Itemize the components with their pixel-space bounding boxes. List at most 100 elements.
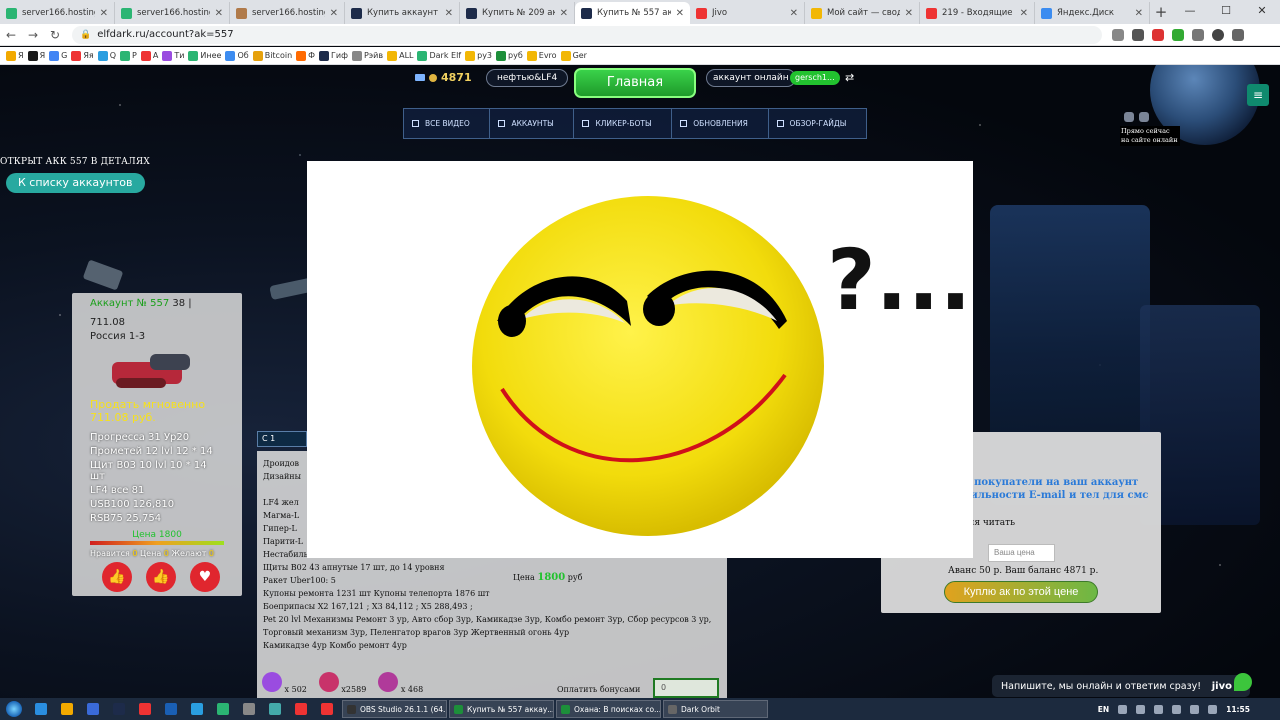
back-arrow-icon[interactable]: ← — [0, 28, 22, 42]
browser-tab[interactable]: Яндекс.Диск ✕ — [1035, 2, 1150, 24]
bookmark-item[interactable]: Ти — [162, 50, 184, 61]
browser-tab[interactable]: server166.hosting.re ✕ — [0, 2, 115, 24]
tab-close-icon[interactable]: ✕ — [905, 8, 913, 19]
sell-instantly-link[interactable]: Продать мгновенно 711.08 руб. — [90, 398, 224, 424]
taskbar-app-icon[interactable] — [210, 698, 236, 720]
heart-icon[interactable]: ♥ — [190, 562, 220, 592]
tab-close-icon[interactable]: ✕ — [790, 8, 798, 19]
bookmark-item[interactable]: G — [49, 50, 67, 61]
bookmark-item[interactable]: ALL — [387, 50, 413, 61]
tray-icon[interactable] — [1154, 704, 1164, 714]
taskbar-app-icon[interactable] — [262, 698, 288, 720]
chat-widget[interactable]: Напишите, мы онлайн и ответим сразу! jiv… — [992, 675, 1250, 697]
maximize-icon[interactable]: ☐ — [1208, 0, 1244, 22]
thumbs-up-icon[interactable]: 👍 — [102, 562, 132, 592]
tray-icon[interactable] — [1136, 704, 1146, 714]
profile-icon[interactable] — [1212, 28, 1224, 41]
browser-tab[interactable]: server166.hosting.re ✕ — [230, 2, 345, 24]
forward-arrow-icon[interactable]: → — [22, 28, 44, 42]
chat-bubble-icon[interactable] — [1234, 673, 1252, 691]
bookmark-item[interactable]: Р — [120, 50, 137, 61]
language-indicator[interactable]: EN — [1098, 705, 1109, 714]
user-pill[interactable]: нефтью&LF4 — [486, 69, 569, 87]
extension-icon[interactable] — [1172, 28, 1184, 41]
taskbar-app-icon[interactable] — [54, 698, 80, 720]
bookmark-item[interactable]: Ф — [296, 50, 315, 61]
back-to-list-button[interactable]: К списку аккаунтов — [6, 173, 145, 193]
plus-icon[interactable] — [1124, 112, 1134, 122]
nav-item[interactable]: ОБЗОР-ГАЙДЫ — [769, 109, 866, 138]
extension-icon[interactable] — [1152, 28, 1164, 41]
taskbar-task[interactable]: Купить № 557 аккау... — [449, 700, 554, 718]
star-icon[interactable] — [1112, 28, 1124, 41]
buy-at-price-button[interactable]: Куплю ак по этой цене — [944, 581, 1098, 603]
nav-item[interactable]: ОБНОВЛЕНИЯ — [672, 109, 769, 138]
bookmark-item[interactable]: Гиф — [319, 50, 348, 61]
swap-icon[interactable]: ⇄ — [845, 71, 854, 84]
nav-item[interactable]: ВСЕ ВИДЕО — [404, 109, 491, 138]
tray-icon[interactable] — [1190, 704, 1200, 714]
new-tab-button[interactable]: + — [1150, 2, 1172, 24]
browser-tab[interactable]: Мой сайт — сводк ✕ — [805, 2, 920, 24]
reload-icon[interactable]: ↻ — [44, 28, 66, 42]
tab-close-icon[interactable]: ✕ — [560, 8, 568, 19]
taskbar-app-icon[interactable] — [28, 698, 54, 720]
account-number[interactable]: Аккаунт № 557 38 | — [90, 298, 224, 309]
bonus-input[interactable]: 0 — [653, 678, 719, 698]
taskbar-app-icon[interactable] — [106, 698, 132, 720]
bookmark-item[interactable]: Q — [97, 50, 116, 61]
bookmark-item[interactable]: Об — [225, 50, 249, 61]
your-price-input[interactable]: Ваша цена — [988, 544, 1055, 562]
home-button[interactable]: Главная — [574, 68, 696, 98]
browser-tab[interactable]: Jivo ✕ — [690, 2, 805, 24]
close-window-icon[interactable]: ✕ — [1244, 0, 1280, 22]
tab-close-icon[interactable]: ✕ — [215, 8, 223, 19]
bookmark-item[interactable]: руб — [496, 50, 523, 61]
taskbar-app-icon[interactable] — [236, 698, 262, 720]
minimize-icon[interactable]: — — [1172, 0, 1208, 22]
tray-icon[interactable] — [1118, 704, 1128, 714]
bookmark-item[interactable]: Evro — [526, 50, 557, 61]
extension-icon[interactable] — [1132, 28, 1144, 41]
taskbar-app-icon[interactable] — [288, 698, 314, 720]
browser-tab[interactable]: Купить аккаунт в Da ✕ — [345, 2, 460, 24]
tab-close-icon[interactable]: ✕ — [1020, 8, 1028, 19]
bookmark-item[interactable]: А — [140, 50, 158, 61]
bookmark-item[interactable]: ру3 — [465, 50, 492, 61]
taskbar-app-icon[interactable] — [314, 698, 340, 720]
bookmark-item[interactable]: Рэйв — [351, 50, 383, 61]
description-tab[interactable]: С 1 — [257, 431, 307, 447]
url-input[interactable]: 🔒 elfdark.ru/account?ak=557 — [72, 25, 1102, 44]
clock[interactable]: 11:55 — [1226, 705, 1250, 714]
online-pill[interactable]: аккаунт онлайн — [706, 69, 796, 87]
tab-close-icon[interactable]: ✕ — [676, 8, 684, 19]
nickname-badge[interactable]: gersch1... — [790, 71, 840, 85]
browser-tab[interactable]: 219 - Входящие — Я ✕ — [920, 2, 1035, 24]
bookmark-item[interactable]: Я — [27, 50, 45, 61]
taskbar-app-icon[interactable] — [80, 698, 106, 720]
mail-icon[interactable] — [415, 74, 425, 81]
taskbar-task[interactable]: Dark Orbit — [663, 700, 768, 718]
bookmark-item[interactable]: Яя — [71, 50, 94, 61]
bookmark-item[interactable]: Инее — [188, 50, 221, 61]
taskbar-app-icon[interactable] — [132, 698, 158, 720]
tab-close-icon[interactable]: ✕ — [1135, 8, 1143, 19]
nav-item[interactable]: АККАУНТЫ — [490, 109, 575, 138]
taskbar-task[interactable]: OBS Studio 26.1.1 (64... — [342, 700, 447, 718]
hamburger-menu-icon[interactable]: ≡ — [1247, 84, 1269, 106]
taskbar-task[interactable]: Охана: В поисках со... — [556, 700, 661, 718]
taskbar-app-icon[interactable] — [184, 698, 210, 720]
taskbar-app-icon[interactable] — [158, 698, 184, 720]
minus-icon[interactable] — [1139, 112, 1149, 122]
browser-tab[interactable]: Купить № 557 аккау ✕ — [575, 2, 690, 24]
bookmark-item[interactable]: Bitcoin — [252, 50, 292, 61]
thumbs-up-icon[interactable]: 👍 — [146, 562, 176, 592]
tab-close-icon[interactable]: ✕ — [100, 8, 108, 19]
tray-icon[interactable] — [1208, 704, 1218, 714]
start-button[interactable] — [0, 698, 28, 720]
puzzle-icon[interactable] — [1192, 28, 1204, 41]
tab-close-icon[interactable]: ✕ — [445, 8, 453, 19]
browser-tab[interactable]: server166.hosting.re ✕ — [115, 2, 230, 24]
menu-dots-icon[interactable] — [1232, 28, 1244, 41]
nav-item[interactable]: КЛИКЕР-БОТЫ — [574, 109, 673, 138]
